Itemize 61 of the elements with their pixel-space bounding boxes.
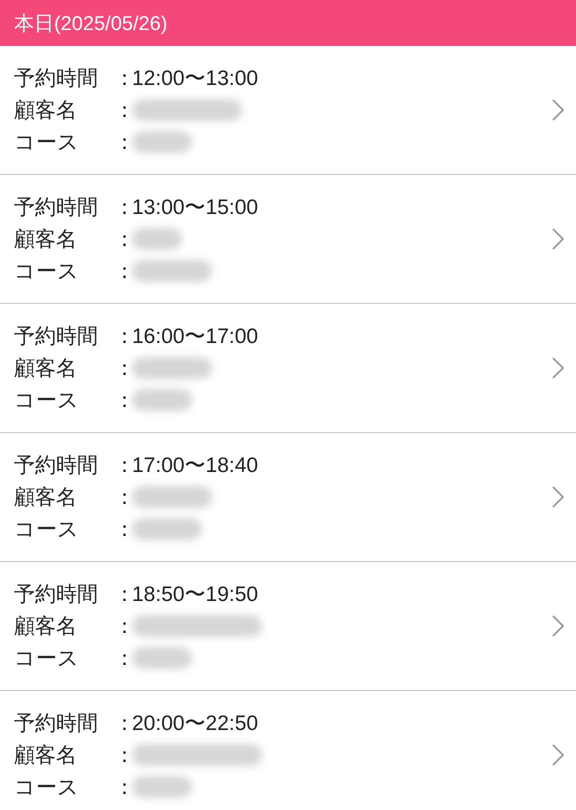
reservation-item[interactable]: 予約時間 ：20:00〜22:50 顧客名 ： コース ： — [0, 691, 576, 810]
time-label: 予約時間 — [14, 452, 99, 479]
course-label: コース — [14, 516, 80, 543]
customer-label: 顧客名 — [14, 355, 78, 382]
blurred-name — [132, 228, 182, 250]
separator: ： — [114, 645, 132, 672]
separator: ： — [114, 387, 132, 414]
reservation-time: 18:50〜19:50 — [132, 582, 258, 608]
reservation-item[interactable]: 予約時間 ：16:00〜17:00 顧客名 ： コース ： — [0, 304, 576, 433]
separator: ： — [114, 484, 132, 511]
reservation-item[interactable]: 予約時間 ：18:50〜19:50 顧客名 ： コース ： — [0, 562, 576, 691]
course-label: コース — [14, 258, 80, 285]
separator: ： — [114, 258, 132, 285]
customer-label: 顧客名 — [14, 613, 78, 640]
customer-label: 顧客名 — [14, 484, 78, 511]
chevron-right-icon — [552, 486, 564, 508]
chevron-right-icon — [552, 357, 564, 379]
separator: ： — [114, 323, 132, 350]
chevron-right-icon — [552, 615, 564, 637]
chevron-right-icon — [552, 228, 564, 250]
reservation-time: 13:00〜15:00 — [132, 195, 258, 221]
blurred-course — [132, 647, 192, 669]
reservation-item[interactable]: 予約時間 ：17:00〜18:40 顧客名 ： コース ： — [0, 433, 576, 562]
separator: ： — [114, 226, 132, 253]
reservation-item[interactable]: 予約時間 ：12:00〜13:00 顧客名 ： コース ： — [0, 46, 576, 175]
header-title: 本日(2025/05/26) — [14, 12, 168, 36]
customer-label: 顧客名 — [14, 742, 78, 769]
separator: ： — [114, 581, 132, 608]
time-label: 予約時間 — [14, 65, 99, 92]
chevron-right-icon — [552, 99, 564, 121]
reservation-time: 16:00〜17:00 — [132, 324, 258, 350]
separator: ： — [114, 710, 132, 737]
course-label: コース — [14, 387, 80, 414]
separator: ： — [114, 65, 132, 92]
course-label: コース — [14, 129, 80, 156]
blurred-course — [132, 131, 192, 153]
reservation-time: 20:00〜22:50 — [132, 711, 258, 737]
customer-label: 顧客名 — [14, 226, 78, 253]
time-label: 予約時間 — [14, 581, 99, 608]
reservation-item[interactable]: 予約時間 ：13:00〜15:00 顧客名 ： コース ： — [0, 175, 576, 304]
reservation-time: 17:00〜18:40 — [132, 453, 258, 479]
customer-label: 顧客名 — [14, 97, 78, 124]
blurred-course — [132, 776, 192, 798]
time-label: 予約時間 — [14, 710, 99, 737]
separator: ： — [114, 129, 132, 156]
separator: ： — [114, 452, 132, 479]
blurred-course — [132, 389, 192, 411]
separator: ： — [114, 742, 132, 769]
reservation-time: 12:00〜13:00 — [132, 66, 258, 92]
blurred-course — [132, 518, 202, 540]
separator: ： — [114, 194, 132, 221]
separator: ： — [114, 516, 132, 543]
separator: ： — [114, 774, 132, 801]
time-label: 予約時間 — [14, 194, 99, 221]
chevron-right-icon — [552, 744, 564, 766]
course-label: コース — [14, 774, 80, 801]
time-label: 予約時間 — [14, 323, 99, 350]
separator: ： — [114, 355, 132, 382]
course-label: コース — [14, 645, 80, 672]
separator: ： — [114, 613, 132, 640]
separator: ： — [114, 97, 132, 124]
